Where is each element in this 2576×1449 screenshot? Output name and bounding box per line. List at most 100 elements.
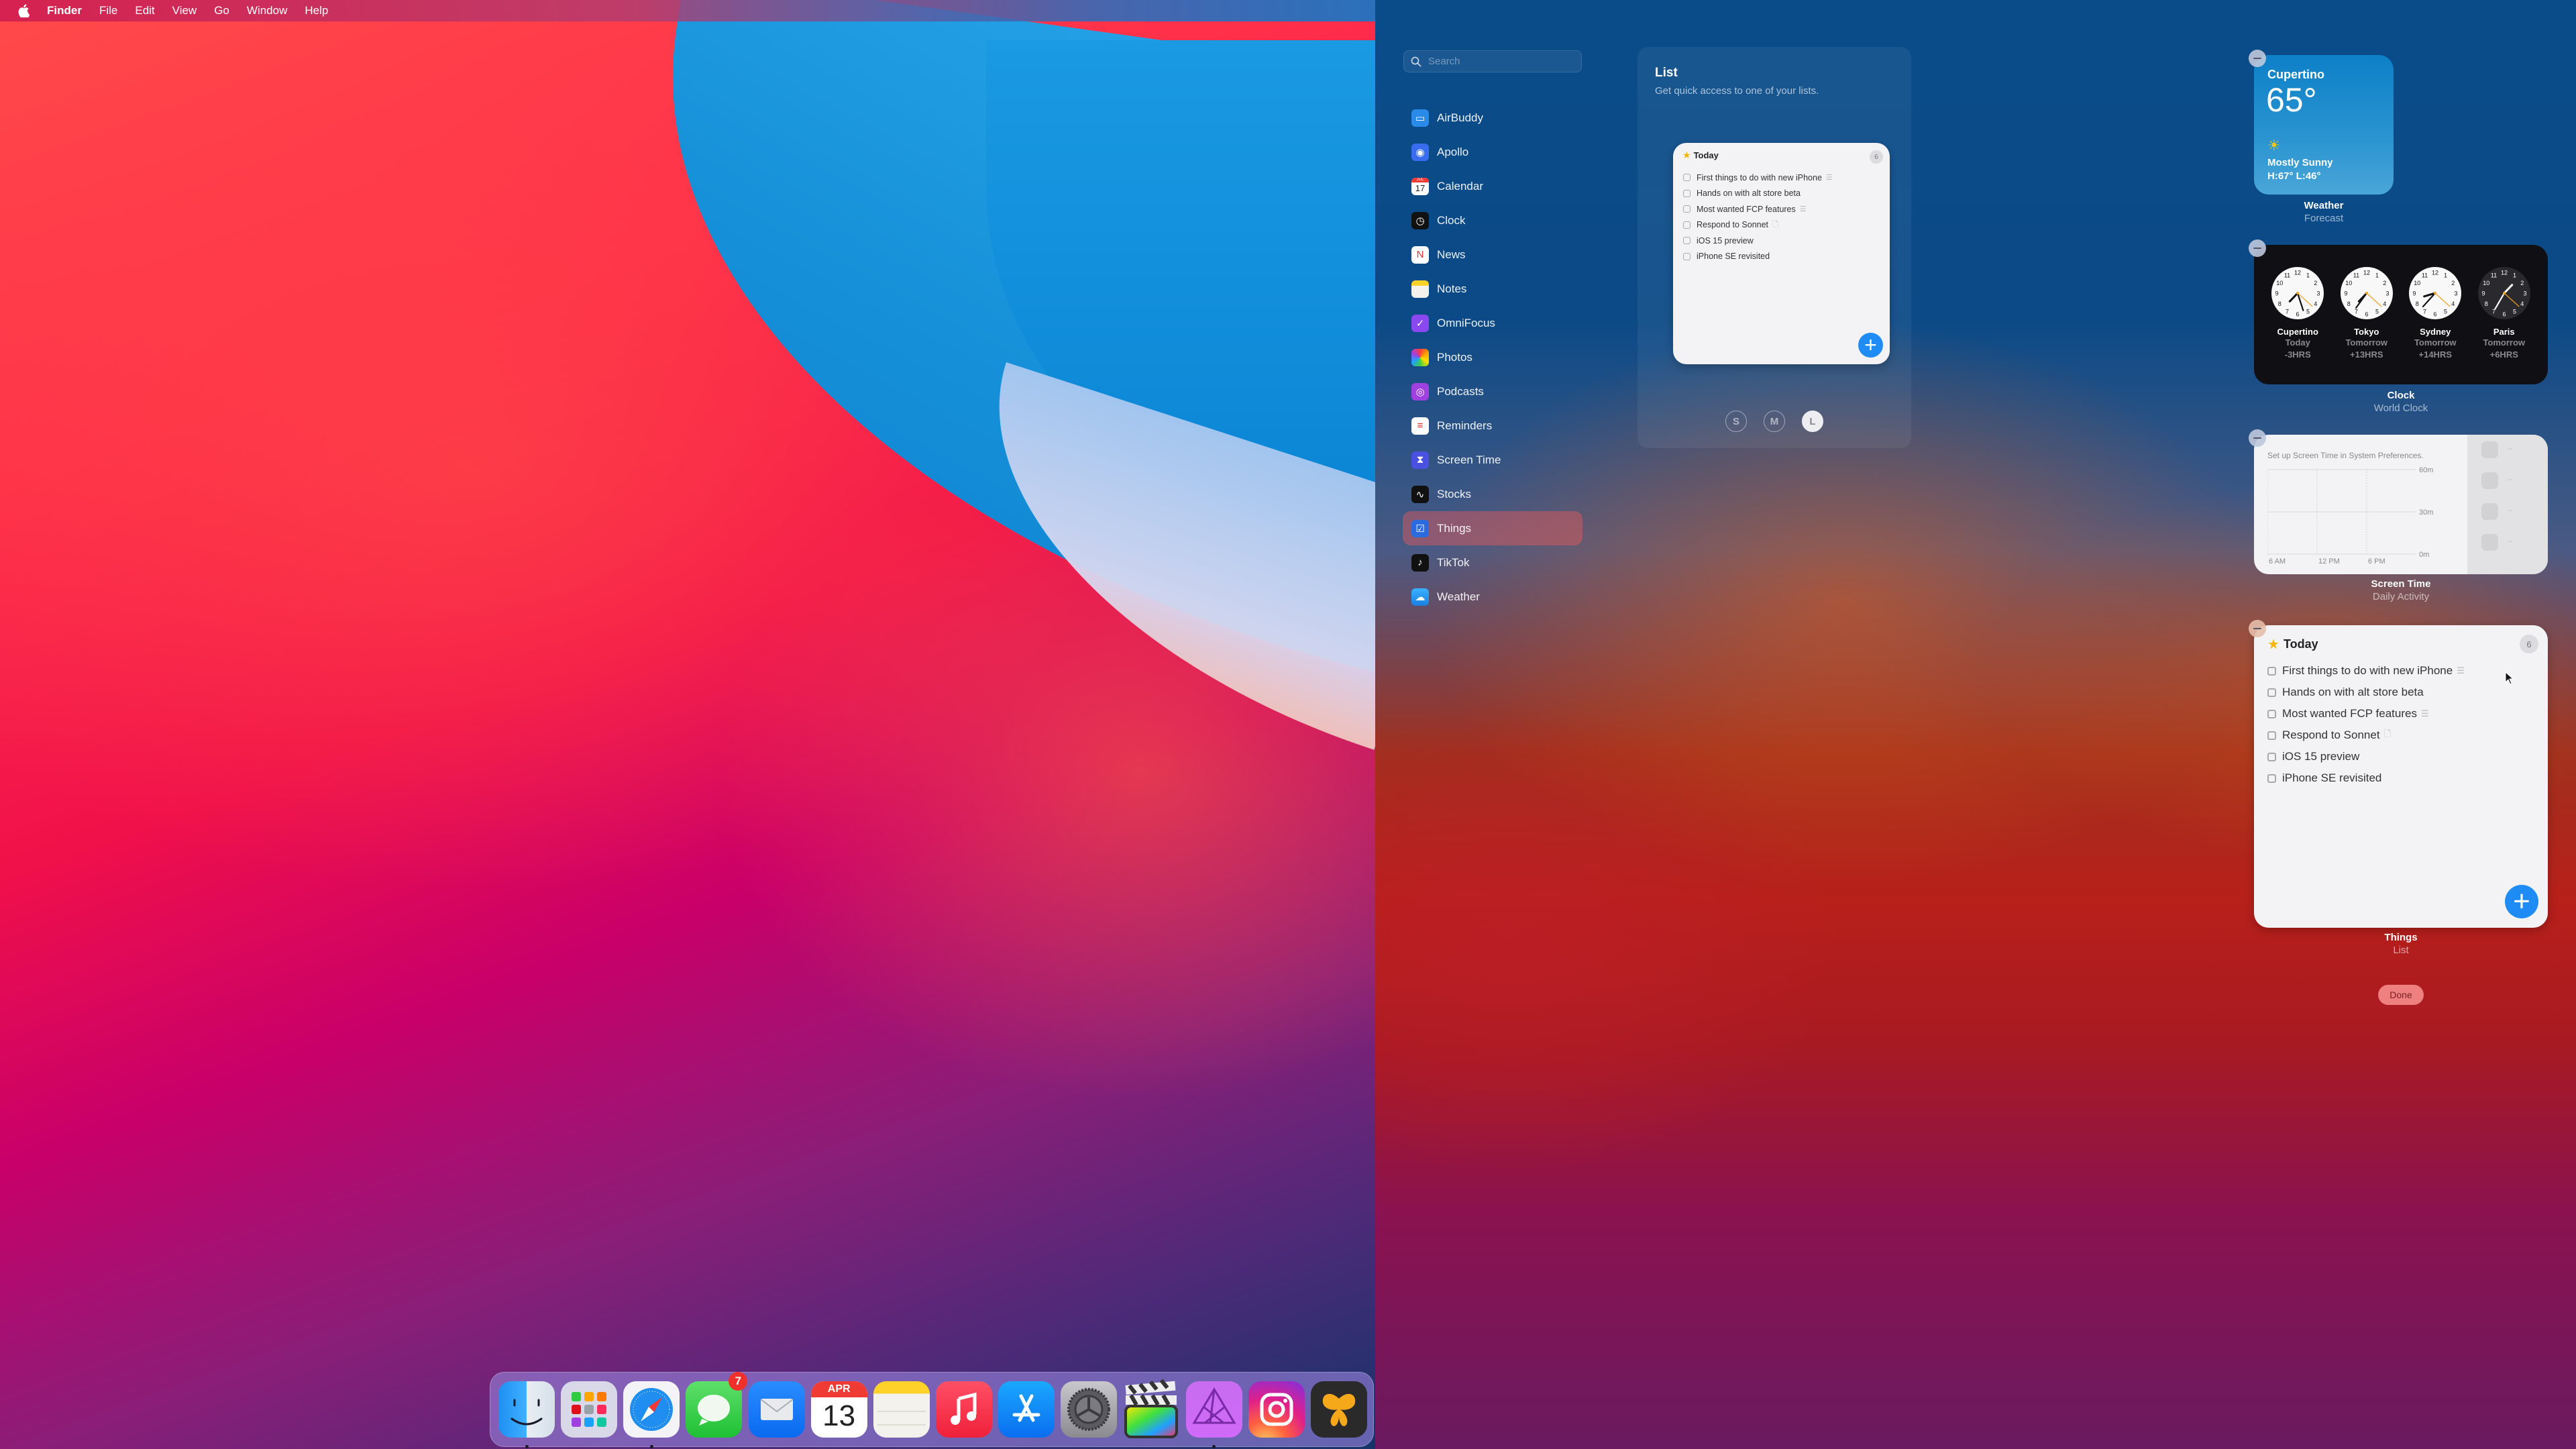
menu-go[interactable]: Go [214,4,229,17]
task-item[interactable]: Respond to Sonnet 🗋 [1683,217,1833,233]
menu-help[interactable]: Help [305,4,328,17]
app-list-item-photos[interactable]: Photos [1403,340,1582,374]
dock-final-cut-pro[interactable] [1123,1379,1179,1438]
things-widget[interactable]: ★ Today 6 First things to do with new iP… [2249,620,2548,956]
running-indicator [649,1445,653,1448]
app-list-item-podcasts[interactable]: ◎ Podcasts [1403,374,1582,409]
task-checkbox[interactable] [1683,205,1690,213]
dock-app-store[interactable] [998,1381,1055,1438]
task-checkbox[interactable] [1683,221,1690,229]
dock-launchpad[interactable] [561,1381,618,1438]
svg-text:1: 1 [2306,272,2310,279]
menu-edit[interactable]: Edit [135,4,154,17]
app-list-item-weather[interactable]: ☁ Weather [1403,580,1582,614]
task-item[interactable]: First things to do with new iPhone ☰ [1683,170,1833,186]
app-list-item-things[interactable]: ☑ Things [1403,511,1582,545]
weather-widget[interactable]: Cupertino 65° ☀ Mostly Sunny H:67° L:46°… [2249,50,2394,224]
dock-music[interactable] [936,1381,992,1438]
app-list-item-reminders[interactable]: ≡ Reminders [1403,409,1582,443]
dock-ulysses[interactable] [1310,1381,1367,1438]
dock-mail[interactable] [748,1381,805,1438]
dock-finder[interactable] [498,1381,555,1448]
remove-widget-button[interactable] [2249,239,2266,257]
task-item[interactable]: iPhone SE revisited [2267,767,2465,789]
task-list: First things to do with new iPhone ☰ Hands… [1683,170,1833,264]
task-item[interactable]: Respond to Sonnet 🗋 [2267,724,2465,746]
task-checkbox[interactable] [1683,174,1690,182]
apple-menu-icon[interactable] [17,4,30,17]
task-checkbox[interactable] [2267,666,2276,676]
size-large-button[interactable]: L [1802,411,1823,432]
app-list-item-notes[interactable]: Notes [1403,272,1582,306]
app-list-item-clock[interactable]: ◷ Clock [1403,203,1582,237]
remove-widget-button[interactable] [2249,429,2266,447]
task-item[interactable]: iOS 15 preview [1683,233,1833,249]
remove-widget-button[interactable] [2249,50,2266,67]
size-medium-button[interactable]: M [1764,411,1785,432]
photos-icon [1411,348,1429,366]
app-list-item-tiktok[interactable]: ♪ TikTok [1403,545,1582,580]
task-title: First things to do with new iPhone [2282,664,2453,677]
dock-instagram[interactable] [1248,1381,1305,1438]
mail-icon [759,1399,794,1420]
task-checkbox[interactable] [1683,237,1690,245]
svg-text:11: 11 [2422,272,2428,279]
dock-messages[interactable]: 7 [686,1372,748,1438]
daily-activity-chart: 0m 30m 60m 6 AM 12 PM 6 PM [2267,466,2433,565]
app-list-item-news[interactable]: N News [1403,237,1582,272]
task-item[interactable]: Hands on with alt store beta [1683,186,1833,202]
omnifocus-icon: ✓ [1411,314,1429,332]
analog-clock-icon: 1234567891011 12 [2271,267,2324,319]
task-checkbox[interactable] [2267,752,2276,761]
task-title: Most wanted FCP features [1697,204,1796,214]
task-item[interactable]: iPhone SE revisited [1683,249,1833,265]
screen-time-widget[interactable]: Set up Screen Time in System Preferences… [2249,429,2548,602]
menu-view[interactable]: View [172,4,197,17]
task-item[interactable]: First things to do with new iPhone ☰ [2267,660,2465,682]
app-list-item-airbuddy[interactable]: ▭ AirBuddy [1403,101,1582,135]
task-checkbox[interactable] [2267,731,2276,740]
svg-text:11: 11 [2491,272,2497,279]
clock-widget[interactable]: 1 2 3 4 5 6 7 8 9 10 11 12 Cupertino Today -3HRS 1 2 3 4 5 6… [2249,239,2548,414]
task-item[interactable]: Most wanted FCP features ☰ [1683,201,1833,217]
size-small-button[interactable]: S [1725,411,1747,432]
add-task-button[interactable]: + [1858,333,1883,358]
svg-text:2: 2 [2520,280,2524,286]
app-list-item-apollo[interactable]: ◉ Apollo [1403,135,1582,169]
search-input[interactable] [1428,56,1562,67]
task-item[interactable]: Hands on with alt store beta [2267,682,2465,703]
task-checkbox[interactable] [1683,189,1690,197]
task-checkbox[interactable] [2267,688,2276,697]
dock-notes[interactable] [873,1381,930,1438]
task-item[interactable]: iOS 15 preview [2267,746,2465,767]
task-checkbox[interactable] [2267,709,2276,718]
dock-safari[interactable] [623,1381,680,1448]
done-button[interactable]: Done [2378,985,2424,1005]
x-tick-label: 12 PM [2318,557,2340,565]
widget-preview[interactable]: ★ Today 6 First things to do with new iP… [1673,143,1890,364]
app-placeholder-icon [2481,503,2498,520]
task-checkbox[interactable] [2267,773,2276,783]
dock-calendar[interactable]: APR 13 [810,1381,867,1438]
dock-system-preferences[interactable] [1061,1381,1118,1438]
world-clock-paris: 1 2 3 4 5 6 7 8 9 10 11 12 Paris Tomorrow +6HRS [2471,245,2538,384]
note-icon: 🗋 [2383,729,2392,739]
task-checkbox[interactable] [1683,252,1690,260]
app-list-item-stocks[interactable]: ∿ Stocks [1403,477,1582,511]
svg-text:10: 10 [2414,280,2420,286]
app-list-item-screen-time[interactable]: ⧗ Screen Time [1403,443,1582,477]
menu-window[interactable]: Window [247,4,287,17]
app-list-item-calendar[interactable]: JUL 17 Calendar [1403,169,1582,203]
remove-widget-button[interactable] [2249,620,2266,637]
menu-file[interactable]: File [99,4,117,17]
menu-app-finder[interactable]: Finder [47,4,82,17]
weather-city: Cupertino [2267,68,2324,81]
clock-day: Tomorrow [2483,337,2526,347]
dock-affinity-photo[interactable] [1185,1381,1242,1448]
task-item[interactable]: Most wanted FCP features ☰ [2267,703,2465,724]
running-indicator [525,1445,529,1448]
add-task-button[interactable]: + [2505,885,2538,918]
app-list-item-omnifocus[interactable]: ✓ OmniFocus [1403,306,1582,340]
svg-text:12: 12 [2501,270,2508,276]
widget-search-field[interactable] [1403,50,1582,72]
